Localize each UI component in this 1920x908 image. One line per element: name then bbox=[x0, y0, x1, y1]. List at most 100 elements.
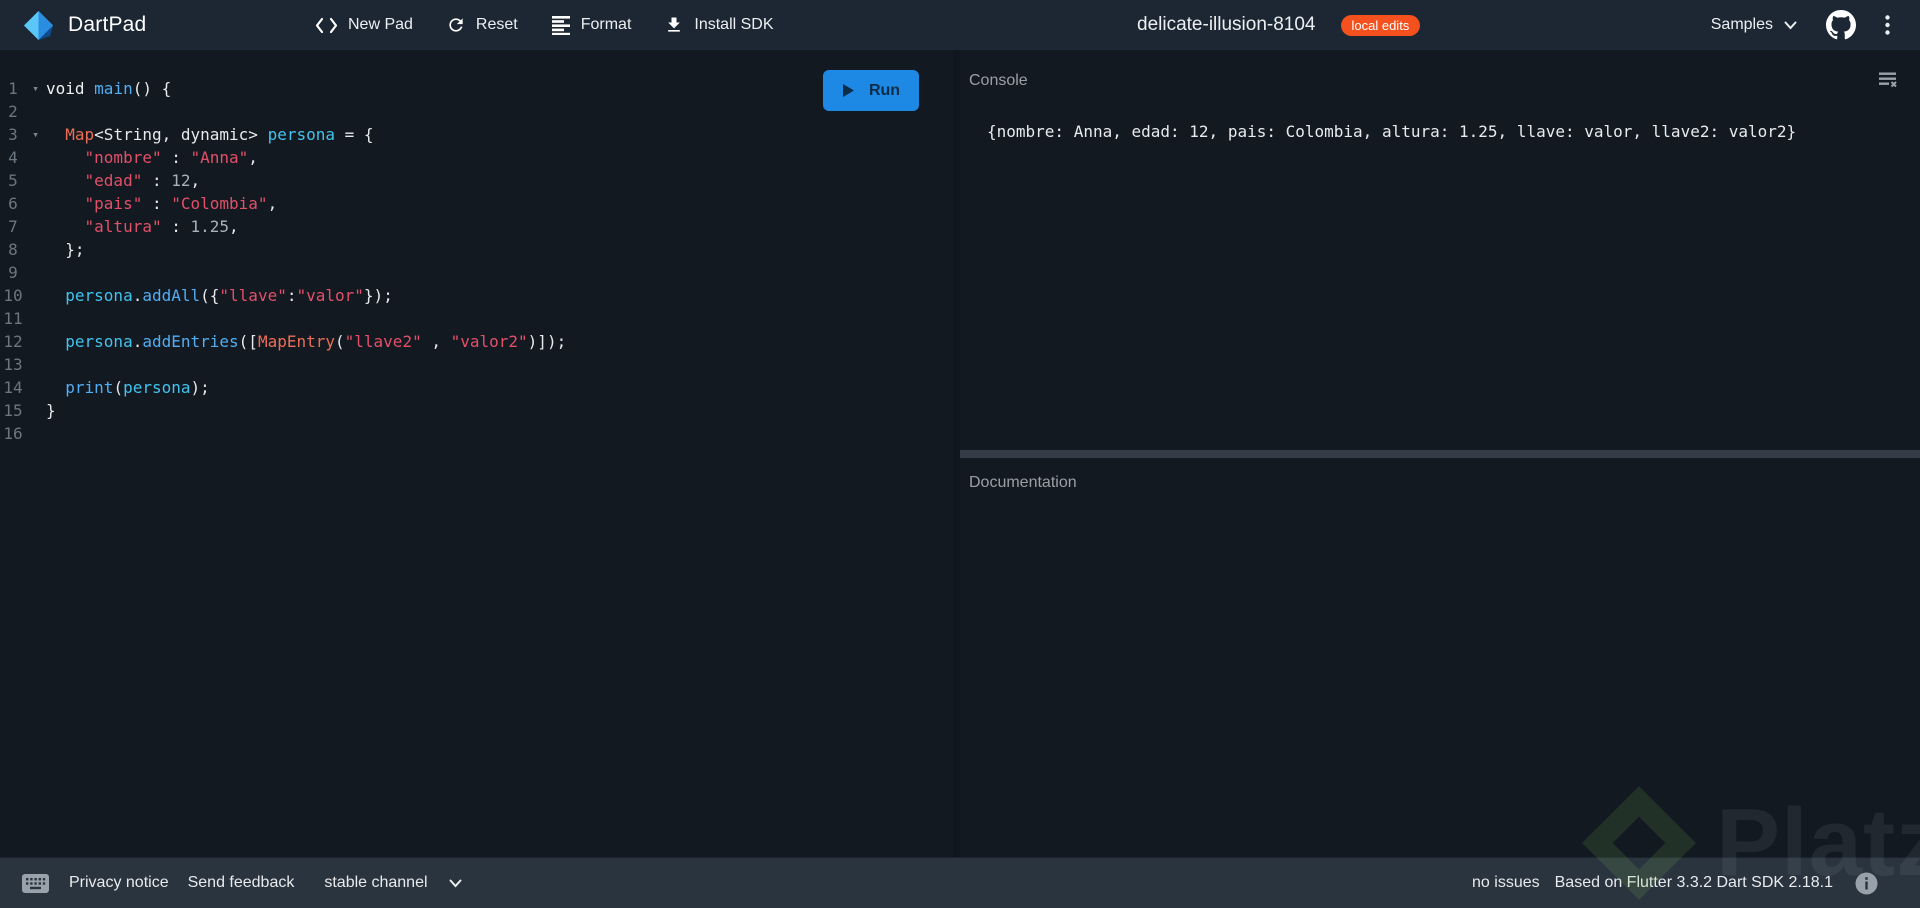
fold-gutter bbox=[26, 261, 45, 284]
code-text: persona.addAll({"llave":"valor"}); bbox=[65, 286, 393, 305]
documentation-header: Documentation bbox=[969, 474, 1077, 491]
code-line[interactable]: 3 ▾ Map<String, dynamic> persona = { bbox=[0, 123, 953, 146]
format-button[interactable]: Format bbox=[551, 15, 632, 35]
statusbar-right: no issues Based on Flutter 3.3.2 Dart SD… bbox=[1472, 872, 1878, 895]
code-line[interactable]: 14 print(persona); bbox=[0, 376, 953, 399]
fold-gutter bbox=[26, 238, 45, 261]
chevron-down-icon bbox=[449, 879, 462, 887]
keyboard-shortcuts-button[interactable] bbox=[22, 873, 49, 893]
line-number: 14 bbox=[3, 378, 23, 397]
topbar-right-controls: Samples bbox=[1711, 0, 1890, 50]
code-line[interactable]: 6 "pais" : "Colombia", bbox=[0, 192, 953, 215]
code-line[interactable]: 1 ▾ void main() { bbox=[0, 77, 953, 100]
line-number: 15 bbox=[3, 401, 23, 420]
channel-selector[interactable]: stable channel bbox=[324, 874, 462, 892]
fold-gutter bbox=[26, 353, 45, 376]
fold-gutter bbox=[26, 146, 45, 169]
play-icon bbox=[842, 84, 854, 97]
horizontal-splitter[interactable] bbox=[960, 450, 1920, 458]
code-text: persona.addEntries([MapEntry("llave2" , … bbox=[65, 332, 567, 351]
top-bar: DartPad New Pad Reset Format Install SDK… bbox=[0, 0, 1920, 50]
issues-status: no issues bbox=[1472, 874, 1540, 891]
samples-label: Samples bbox=[1710, 16, 1773, 33]
run-button[interactable]: Run bbox=[823, 70, 919, 111]
fold-gutter bbox=[26, 399, 45, 422]
console-output: {nombre: Anna, edad: 12, pais: Colombia,… bbox=[987, 122, 1797, 141]
fold-gutter bbox=[26, 284, 45, 307]
code-line[interactable]: 15} bbox=[0, 399, 953, 422]
code-line[interactable]: 4 "nombre" : "Anna", bbox=[0, 146, 953, 169]
code-text: void main() { bbox=[46, 79, 172, 98]
pad-title: delicate-illusion-8104 bbox=[1137, 14, 1316, 35]
pad-title-group: delicate-illusion-8104 local edits bbox=[1137, 0, 1421, 50]
line-number: 4 bbox=[8, 148, 18, 167]
line-number: 13 bbox=[3, 355, 23, 374]
brand: DartPad bbox=[22, 9, 146, 42]
code-line[interactable]: 16 bbox=[0, 422, 953, 445]
line-number: 16 bbox=[3, 424, 23, 443]
sdk-version: Based on Flutter 3.3.2 Dart SDK 2.18.1 bbox=[1554, 874, 1833, 891]
fold-gutter bbox=[26, 307, 45, 330]
reset-label: Reset bbox=[475, 16, 518, 33]
documentation-panel: Documentation bbox=[960, 458, 1920, 857]
toolbar: New Pad Reset Format Install SDK bbox=[315, 0, 774, 50]
code-text: "pais" : "Colombia", bbox=[84, 194, 278, 213]
install-sdk-button[interactable]: Install SDK bbox=[664, 15, 774, 35]
channel-label: stable channel bbox=[324, 874, 428, 891]
code-line[interactable]: 9 bbox=[0, 261, 953, 284]
line-number: 5 bbox=[8, 171, 18, 190]
line-number: 9 bbox=[8, 263, 18, 282]
overflow-menu-button[interactable] bbox=[1885, 15, 1890, 35]
send-feedback-link[interactable]: Send feedback bbox=[188, 874, 295, 892]
code-line[interactable]: 12 persona.addEntries([MapEntry("llave2"… bbox=[0, 330, 953, 353]
fold-arrow-icon[interactable]: ▾ bbox=[26, 77, 45, 100]
fold-gutter bbox=[26, 330, 45, 353]
code-line[interactable]: 8 }; bbox=[0, 238, 953, 261]
code-line[interactable]: 7 "altura" : 1.25, bbox=[0, 215, 953, 238]
editor-panel[interactable]: 1 ▾ void main() {2 3 ▾ Map<String, dynamic> … bbox=[0, 50, 953, 857]
code-line[interactable]: 5 "edad" : 12, bbox=[0, 169, 953, 192]
github-icon bbox=[1826, 10, 1856, 40]
samples-dropdown[interactable]: Samples bbox=[1711, 16, 1797, 34]
code-line[interactable]: 10 persona.addAll({"llave":"valor"}); bbox=[0, 284, 953, 307]
app-title: DartPad bbox=[68, 13, 147, 36]
fold-arrow-icon[interactable]: ▾ bbox=[26, 123, 45, 146]
kebab-menu-icon bbox=[1885, 15, 1890, 35]
install-sdk-label: Install SDK bbox=[694, 16, 774, 33]
code-line[interactable]: 13 bbox=[0, 353, 953, 376]
code-lines: 1 ▾ void main() {2 3 ▾ Map<String, dynamic> … bbox=[0, 50, 953, 445]
format-align-icon bbox=[551, 16, 570, 35]
line-number: 2 bbox=[8, 102, 18, 121]
console-header: Console bbox=[969, 72, 1028, 89]
line-number: 12 bbox=[3, 332, 23, 351]
new-pad-label: New Pad bbox=[348, 16, 413, 33]
run-label: Run bbox=[868, 81, 901, 99]
fold-gutter bbox=[26, 169, 45, 192]
clear-console-icon bbox=[1879, 72, 1897, 88]
info-button[interactable] bbox=[1855, 872, 1878, 895]
code-text: }; bbox=[46, 240, 85, 259]
code-brackets-icon bbox=[315, 17, 338, 33]
line-number: 1 bbox=[8, 79, 18, 98]
line-number: 6 bbox=[8, 194, 18, 213]
code-line[interactable]: 11 bbox=[0, 307, 953, 330]
reset-button[interactable]: Reset bbox=[446, 15, 518, 35]
code-line[interactable]: 2 bbox=[0, 100, 953, 123]
line-number: 11 bbox=[3, 309, 23, 328]
fold-gutter bbox=[26, 192, 45, 215]
chevron-down-icon bbox=[1784, 21, 1797, 29]
console-panel: Console {nombre: Anna, edad: 12, pais: C… bbox=[960, 50, 1920, 450]
line-number: 7 bbox=[8, 217, 18, 236]
clear-console-button[interactable] bbox=[1877, 69, 1898, 93]
format-label: Format bbox=[580, 16, 632, 33]
fold-gutter bbox=[26, 422, 45, 445]
code-text: "altura" : 1.25, bbox=[84, 217, 239, 236]
new-pad-button[interactable]: New Pad bbox=[315, 16, 413, 34]
fold-gutter bbox=[26, 100, 45, 123]
fold-gutter bbox=[26, 376, 45, 399]
vertical-splitter[interactable] bbox=[953, 50, 960, 857]
dartpad-app: DartPad New Pad Reset Format Install SDK… bbox=[0, 0, 1920, 908]
privacy-notice-link[interactable]: Privacy notice bbox=[69, 874, 169, 892]
github-button[interactable] bbox=[1826, 10, 1856, 40]
code-text: Map<String, dynamic> persona = { bbox=[65, 125, 374, 144]
